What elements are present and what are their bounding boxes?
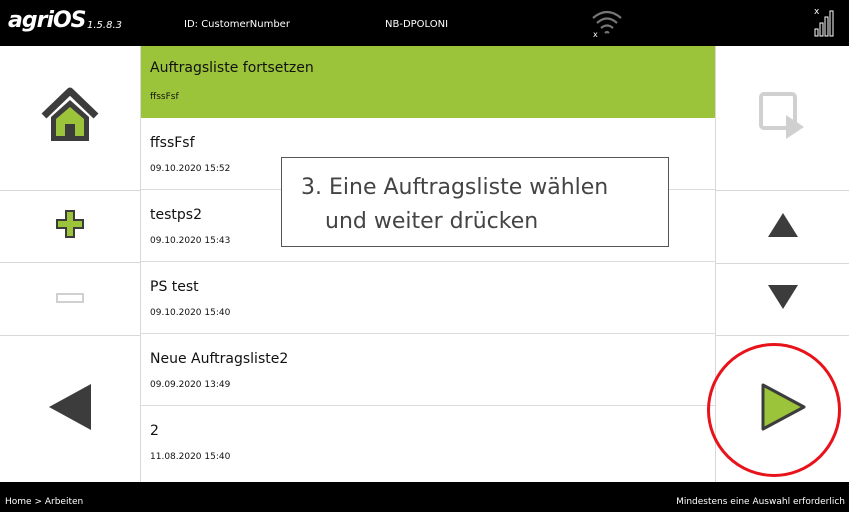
home-button[interactable] — [0, 46, 140, 191]
app-logo: agriOS — [8, 8, 87, 33]
scroll-up-button[interactable] — [716, 190, 849, 264]
list-item-name: ffssFsf — [150, 135, 195, 151]
arrow-down-icon — [767, 284, 799, 314]
select-all-button[interactable] — [716, 46, 849, 191]
list-item-date: 09.10.2020 15:40 — [150, 308, 231, 318]
status-bar: Home > Arbeiten Mindestens eine Auswahl … — [0, 482, 849, 512]
top-bar: agriOS 1.5.8.3 ID: CustomerNumber NB-DPO… — [0, 0, 849, 46]
list-item-name: testps2 — [150, 207, 202, 223]
arrow-left-icon — [47, 382, 93, 436]
list-item[interactable]: Neue Auftragsliste2 09.09.2020 13:49 — [141, 334, 715, 406]
list-item-date: 09.10.2020 15:52 — [150, 164, 231, 174]
callout-line-2: und weiter drücken — [325, 209, 539, 234]
list-item[interactable]: PS test 09.10.2020 15:40 — [141, 262, 715, 334]
list-item[interactable]: Auftragsliste fortsetzen ffssFsf — [141, 46, 715, 118]
list-item-date: 09.10.2020 15:43 — [150, 236, 231, 246]
home-icon — [40, 86, 100, 150]
wifi-disconnected-icon: x — [590, 8, 624, 42]
callout-line-1: 3. Eine Auftragsliste wählen — [301, 175, 609, 200]
instruction-callout: 3. Eine Auftragsliste wählen und weiter … — [281, 157, 669, 247]
status-message: Mindestens eine Auswahl erforderlich — [676, 497, 845, 507]
svg-text:x: x — [593, 30, 598, 38]
list-item-date: 09.09.2020 13:49 — [150, 380, 231, 390]
list-item-name: Auftragsliste fortsetzen — [150, 60, 314, 76]
list-item-name: 2 — [150, 423, 159, 439]
add-button[interactable] — [0, 190, 140, 263]
left-button-panel — [0, 46, 141, 482]
minus-icon — [56, 289, 84, 308]
breadcrumb: Home > Arbeiten — [5, 497, 84, 507]
customer-id: ID: CustomerNumber — [184, 19, 290, 30]
list-item-name: Neue Auftragsliste2 — [150, 351, 289, 367]
list-item-date: ffssFsf — [150, 92, 179, 102]
plus-icon — [56, 210, 84, 242]
device-name: NB-DPOLONI — [385, 19, 449, 30]
svg-text:x: x — [814, 7, 820, 17]
highlight-circle — [707, 343, 841, 477]
signal-strength-icon: x — [813, 5, 839, 43]
list-item[interactable]: 2 11.08.2020 15:40 — [141, 406, 715, 478]
order-list: Auftragsliste fortsetzen ffssFsf ffssFsf… — [141, 46, 715, 482]
app-version: 1.5.8.3 — [87, 20, 122, 31]
select-export-icon — [758, 91, 808, 145]
back-button[interactable] — [0, 335, 140, 482]
remove-button[interactable] — [0, 262, 140, 336]
list-item-name: PS test — [150, 279, 199, 295]
list-item-date: 11.08.2020 15:40 — [150, 452, 231, 462]
arrow-up-icon — [767, 212, 799, 242]
scroll-down-button[interactable] — [716, 263, 849, 336]
